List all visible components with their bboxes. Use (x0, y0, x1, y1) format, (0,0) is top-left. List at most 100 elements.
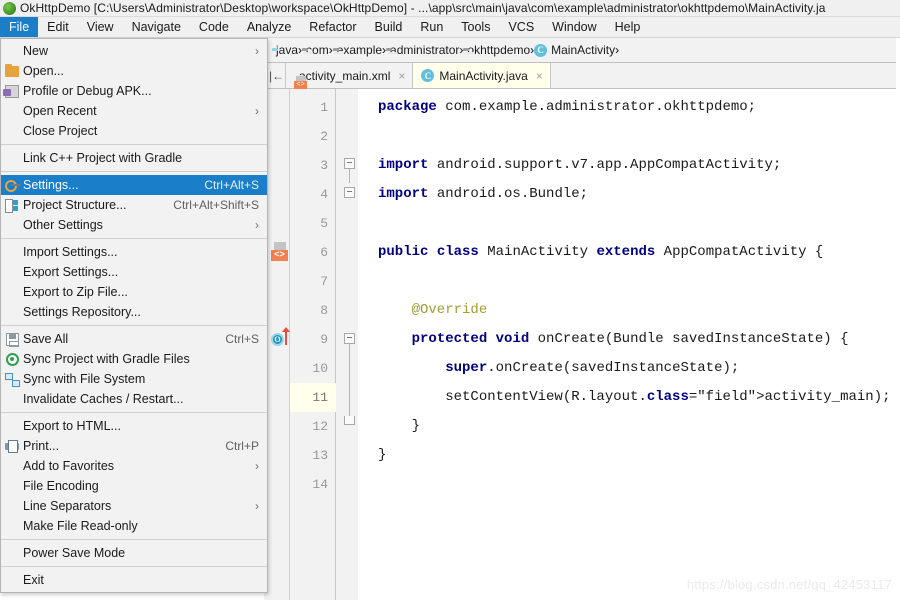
file-menu-item-export-settings[interactable]: Export Settings... (1, 262, 267, 282)
menubar-item-help[interactable]: Help (606, 17, 650, 37)
file-menu-item-save-all[interactable]: Save All Ctrl+S (1, 329, 267, 349)
editor-tab-mainactivity-java[interactable]: C MainActivity.java × (413, 63, 551, 88)
file-menu-item-import-settings[interactable]: Import Settings... (1, 242, 267, 262)
breadcrumb-label: java (276, 43, 299, 57)
editor-line-numbers: 1 2 3 4 5 6 7 8 9 10 11 12 13 14 (290, 89, 336, 600)
editor-gutter-icons[interactable]: <> O (268, 89, 290, 600)
editor-fold-markers[interactable] (336, 89, 358, 600)
file-menu-item-export-to-zip-file[interactable]: Export to Zip File... (1, 282, 267, 302)
title-bar: OkHttpDemo [C:\Users\Administrator\Deskt… (0, 0, 900, 17)
code-line[interactable]: } (378, 441, 386, 470)
file-menu-item-settings[interactable]: Settings... Ctrl+Alt+S (1, 175, 267, 195)
file-menu-item-open[interactable]: Open... (1, 61, 267, 81)
line-number: 12 (312, 419, 328, 434)
menubar-item-navigate[interactable]: Navigate (123, 17, 190, 37)
code-line[interactable]: @Override (378, 296, 488, 325)
menu-item-shortcut: Ctrl+P (225, 439, 259, 453)
code-fold-marker[interactable] (344, 187, 355, 198)
menubar-item-edit[interactable]: Edit (38, 17, 78, 37)
breadcrumb-item-okhttpdemo[interactable]: okhttpdemo (463, 43, 530, 57)
file-menu-item-new[interactable]: New › (1, 41, 267, 61)
menu-bar[interactable]: File Edit View Navigate Code Analyze Refactor B… (0, 17, 900, 38)
file-menu-item-export-to-html[interactable]: Export to HTML... (1, 416, 267, 436)
menu-separator (1, 238, 267, 239)
breadcrumb-label: MainActivity (551, 43, 616, 57)
code-fold-marker[interactable] (344, 158, 355, 169)
menu-item-label: Link C++ Project with Gradle (23, 151, 183, 165)
code-line[interactable]: setContentView(R.layout.class="field">ac… (378, 383, 890, 412)
submenu-chevron-icon: › (255, 499, 259, 513)
code-fold-marker[interactable] (344, 333, 355, 344)
breadcrumb-item-administrator[interactable]: administrator (386, 43, 459, 57)
menubar-item-code[interactable]: Code (190, 17, 238, 37)
file-menu-item-other-settings[interactable]: Other Settings › (1, 215, 267, 235)
file-menu-item-invalidate-caches-restart[interactable]: Invalidate Caches / Restart... (1, 389, 267, 409)
apk-icon (1, 84, 23, 98)
code-editor[interactable]: <> O 1 2 3 4 5 6 7 8 9 10 11 12 13 14 package com.exam… (268, 89, 900, 600)
xml-layout-gutter-icon[interactable]: <> (271, 242, 288, 262)
code-line[interactable]: public class MainActivity extends AppCom… (378, 238, 823, 267)
menubar-item-refactor[interactable]: Refactor (300, 17, 365, 37)
code-line[interactable]: package com.example.administrator.okhttp… (378, 93, 756, 122)
tab-close-icon[interactable]: × (536, 69, 543, 83)
menu-item-label: Close Project (23, 124, 98, 138)
code-fold-end-marker[interactable] (344, 416, 355, 425)
breadcrumb-separator-icon: › (615, 43, 620, 57)
file-menu-item-line-separators[interactable]: Line Separators › (1, 496, 267, 516)
menu-item-label: Other Settings (23, 218, 103, 232)
file-menu-item-settings-repository[interactable]: Settings Repository... (1, 302, 267, 322)
code-line[interactable]: super.onCreate(savedInstanceState); (378, 354, 739, 383)
menu-item-shortcut: Ctrl+Alt+Shift+S (173, 198, 259, 212)
menu-item-label: Settings... (23, 178, 79, 192)
file-menu-item-add-to-favorites[interactable]: Add to Favorites › (1, 456, 267, 476)
file-menu-item-power-save-mode[interactable]: Power Save Mode (1, 543, 267, 563)
file-menu-item-exit[interactable]: Exit (1, 570, 267, 590)
editor-tab-activity_main-xml[interactable]: <> activity_main.xml × (286, 63, 414, 89)
menubar-item-analyze[interactable]: Analyze (238, 17, 300, 37)
file-menu-item-sync-with-file-system[interactable]: Sync with File System (1, 369, 267, 389)
menubar-item-build[interactable]: Build (366, 17, 412, 37)
file-menu-item-open-recent[interactable]: Open Recent › (1, 101, 267, 121)
code-line[interactable]: } (378, 412, 420, 441)
code-line[interactable]: import android.os.Bundle; (378, 180, 588, 209)
file-menu-item-sync-project-with-gradle-files[interactable]: Sync Project with Gradle Files (1, 349, 267, 369)
breadcrumb-item-mainactivity[interactable]: C MainActivity (534, 43, 615, 57)
menubar-item-run[interactable]: Run (411, 17, 452, 37)
file-menu-item-project-structure[interactable]: Project Structure... Ctrl+Alt+Shift+S (1, 195, 267, 215)
editor-code-area[interactable]: package com.example.administrator.okhttp… (358, 89, 900, 600)
editor-tab-bar[interactable]: |← <> activity_main.xml × C MainActivity.jav… (268, 63, 900, 89)
menubar-item-file[interactable]: File (0, 17, 39, 37)
file-menu-dropdown[interactable]: New › Open... Profile or Debug APK... Open R… (0, 38, 268, 593)
override-method-icon[interactable]: O (271, 333, 284, 346)
file-menu-item-make-file-read-only[interactable]: Make File Read-only (1, 516, 267, 536)
menu-separator (1, 144, 267, 145)
code-line[interactable]: protected void onCreate(Bundle savedInst… (378, 325, 849, 354)
code-line[interactable]: import android.support.v7.app.AppCompatA… (378, 151, 781, 180)
file-menu-item-profile-or-debug-apk[interactable]: Profile or Debug APK... (1, 81, 267, 101)
menubar-item-window[interactable]: Window (543, 17, 605, 37)
menu-item-label: Export to HTML... (23, 419, 121, 433)
menubar-item-tools[interactable]: Tools (452, 17, 499, 37)
breadcrumb-item-java[interactable]: java (272, 43, 298, 57)
menubar-item-view[interactable]: View (78, 17, 123, 37)
tab-scroll-left-icon[interactable]: |← (268, 63, 286, 88)
file-sync-icon (1, 372, 23, 387)
menubar-item-vcs[interactable]: VCS (499, 17, 543, 37)
menu-separator (1, 325, 267, 326)
line-number: 9 (320, 332, 328, 347)
menu-item-label: Settings Repository... (23, 305, 141, 319)
submenu-chevron-icon: › (255, 44, 259, 58)
file-menu-item-close-project[interactable]: Close Project (1, 121, 267, 141)
breadcrumb[interactable]: java › com › example › administrator › okhttpdem… (268, 38, 900, 63)
line-number: 11 (290, 383, 336, 412)
file-menu-item-print[interactable]: Print... Ctrl+P (1, 436, 267, 456)
tab-close-icon[interactable]: × (398, 69, 405, 83)
breadcrumb-item-com[interactable]: com (302, 43, 329, 57)
settings-gear-icon (1, 179, 23, 192)
file-menu-item-file-encoding[interactable]: File Encoding (1, 476, 267, 496)
submenu-chevron-icon: › (255, 218, 259, 232)
file-menu-item-link-c++-project-with-gradle[interactable]: Link C++ Project with Gradle (1, 148, 267, 168)
line-number: 1 (320, 100, 328, 115)
menu-item-shortcut: Ctrl+S (225, 332, 259, 346)
breadcrumb-item-example[interactable]: example (333, 43, 382, 57)
